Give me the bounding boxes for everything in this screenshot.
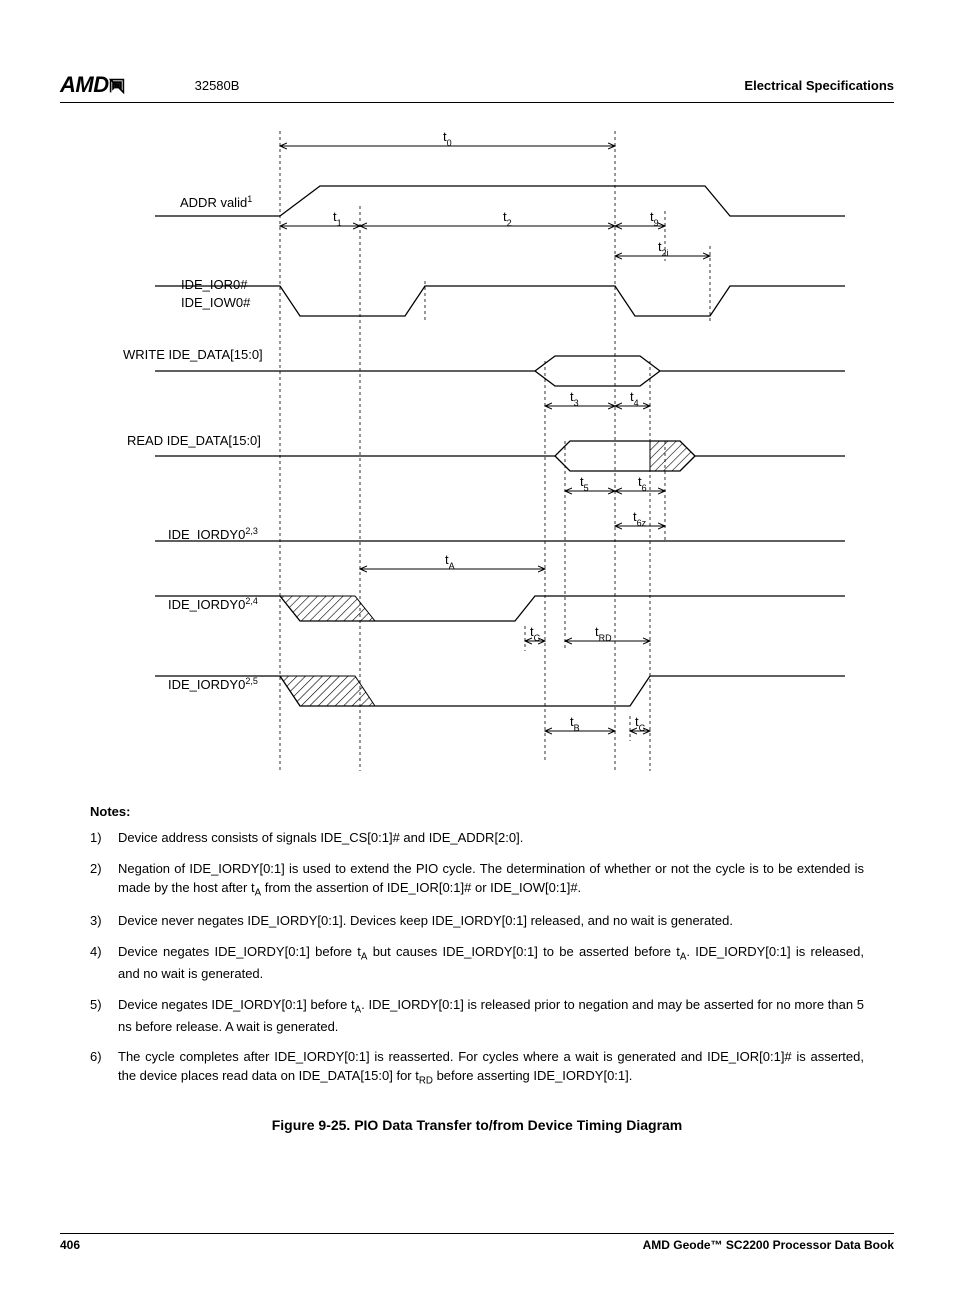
amd-arrow-icon	[109, 78, 125, 94]
note-item: 3)Device never negates IDE_IORDY[0:1]. D…	[90, 912, 864, 931]
label-ide-iow0: IDE_IOW0#	[181, 295, 251, 310]
notes-heading: Notes:	[90, 804, 894, 819]
label-write-data: WRITE IDE_DATA[15:0]	[123, 347, 263, 362]
page-footer: 406 AMD Geode™ SC2200 Processor Data Boo…	[60, 1233, 894, 1252]
note-text: Device negates IDE_IORDY[0:1] before tA.…	[118, 996, 864, 1037]
note-number: 1)	[90, 829, 118, 848]
note-number: 2)	[90, 860, 118, 901]
note-text: Device address consists of signals IDE_C…	[118, 829, 864, 848]
page-number: 406	[60, 1238, 80, 1252]
note-number: 4)	[90, 943, 118, 984]
svg-text:tC: tC	[530, 624, 541, 643]
svg-text:t0: t0	[443, 129, 452, 148]
note-item: 4)Device negates IDE_IORDY[0:1] before t…	[90, 943, 864, 984]
logo-text: AMD	[60, 72, 109, 97]
book-title: AMD Geode™ SC2200 Processor Data Book	[643, 1238, 894, 1252]
svg-text:t3: t3	[570, 389, 579, 408]
note-text: Device negates IDE_IORDY[0:1] before tA …	[118, 943, 864, 984]
timing-diagram-svg: ADDR valid1 t0 t1 t2 t9 t2i IDE_IOR0# ID…	[105, 121, 845, 781]
note-item: 6)The cycle completes after IDE_IORDY[0:…	[90, 1048, 864, 1089]
svg-text:tA: tA	[445, 552, 455, 571]
note-number: 3)	[90, 912, 118, 931]
doc-number: 32580B	[195, 78, 240, 93]
label-addr-valid: ADDR valid1	[180, 194, 252, 210]
note-item: 2)Negation of IDE_IORDY[0:1] is used to …	[90, 860, 864, 901]
header-left: AMD 32580B	[60, 72, 239, 98]
svg-text:tRD: tRD	[595, 624, 612, 643]
page: AMD 32580B Electrical Specifications	[0, 0, 954, 1292]
label-iordy-c: IDE_IORDY02,5	[168, 676, 258, 692]
page-header: AMD 32580B Electrical Specifications	[60, 72, 894, 103]
svg-text:t5: t5	[580, 474, 589, 493]
note-item: 5)Device negates IDE_IORDY[0:1] before t…	[90, 996, 864, 1037]
svg-text:t1: t1	[333, 209, 342, 228]
label-iordy-b: IDE_IORDY02,4	[168, 596, 258, 612]
svg-text:t2: t2	[503, 209, 512, 228]
note-text: Device never negates IDE_IORDY[0:1]. Dev…	[118, 912, 864, 931]
note-text: Negation of IDE_IORDY[0:1] is used to ex…	[118, 860, 864, 901]
svg-text:t6: t6	[638, 474, 647, 493]
amd-logo: AMD	[60, 72, 125, 98]
note-number: 5)	[90, 996, 118, 1037]
figure-caption: Figure 9-25. PIO Data Transfer to/from D…	[60, 1117, 894, 1133]
section-title: Electrical Specifications	[744, 78, 894, 93]
label-read-data: READ IDE_DATA[15:0]	[127, 433, 261, 448]
svg-text:t4: t4	[630, 389, 639, 408]
label-ide-ior0: IDE_IOR0#	[181, 277, 248, 292]
svg-text:tB: tB	[570, 714, 580, 733]
svg-text:tC: tC	[635, 714, 646, 733]
label-iordy-a: IDE_IORDY02,3	[168, 526, 258, 542]
timing-diagram: ADDR valid1 t0 t1 t2 t9 t2i IDE_IOR0# ID…	[105, 121, 894, 784]
svg-text:t2i: t2i	[658, 239, 669, 258]
svg-text:t9: t9	[650, 209, 659, 228]
notes-list: 1)Device address consists of signals IDE…	[90, 829, 864, 1089]
note-number: 6)	[90, 1048, 118, 1089]
note-text: The cycle completes after IDE_IORDY[0:1]…	[118, 1048, 864, 1089]
svg-text:t6z: t6z	[633, 509, 647, 528]
note-item: 1)Device address consists of signals IDE…	[90, 829, 864, 848]
